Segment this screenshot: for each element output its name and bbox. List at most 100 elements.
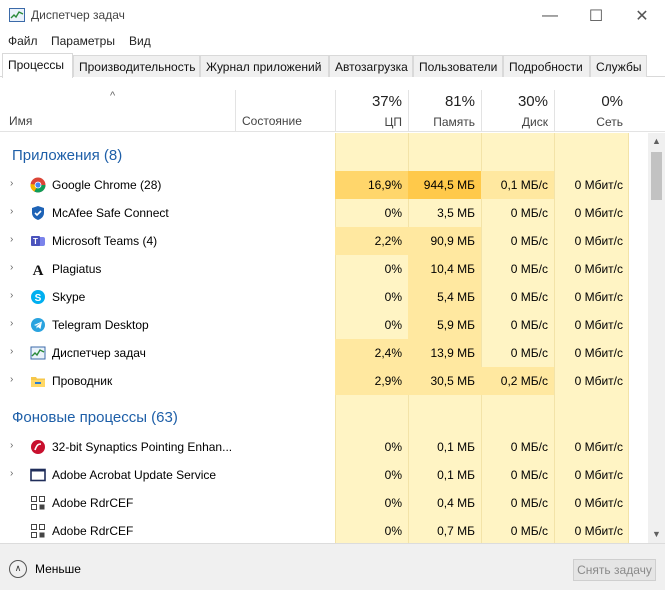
column-header-state-cell[interactable]: Состояние xyxy=(235,90,335,132)
expand-chevron-icon[interactable]: › xyxy=(10,262,13,273)
tab-performance[interactable]: Производительность xyxy=(73,55,200,77)
scroll-down-arrow-icon[interactable]: ▼ xyxy=(648,526,665,543)
expand-chevron-icon[interactable]: › xyxy=(10,206,13,217)
cpu-value: 0% xyxy=(384,262,402,276)
menu-view[interactable]: Вид xyxy=(129,34,151,48)
memory-value: 3,5 МБ xyxy=(437,206,475,220)
disk-value: 0 МБ/с xyxy=(510,206,548,220)
disk-value: 0 МБ/с xyxy=(510,290,548,304)
skype-icon: S xyxy=(30,289,46,305)
network-value: 0 Мбит/с xyxy=(574,290,623,304)
svg-text:S: S xyxy=(35,293,42,304)
tab-services[interactable]: Службы xyxy=(590,55,647,77)
disk-value: 0 МБ/с xyxy=(510,440,548,454)
scroll-up-arrow-icon[interactable]: ▲ xyxy=(648,133,665,150)
expand-chevron-icon[interactable]: › xyxy=(10,440,13,451)
disk-total-percent: 30% xyxy=(517,93,548,110)
memory-value: 30,5 МБ xyxy=(430,374,475,388)
process-row[interactable]: › T Microsoft Teams (4) 2,2% 90,9 МБ 0 МБ/с 0 … xyxy=(0,227,648,255)
close-button[interactable]: ✕ xyxy=(619,0,665,31)
maximize-button[interactable]: ☐ xyxy=(573,0,619,31)
menu-file[interactable]: Файл xyxy=(8,34,38,48)
cpu-cell: 0% xyxy=(335,311,408,339)
process-name: Adobe RdrCEF xyxy=(52,524,134,538)
fewer-details-link[interactable]: Меньше xyxy=(35,562,81,576)
memory-value: 0,1 МБ xyxy=(437,468,475,482)
expand-chevron-icon[interactable]: › xyxy=(10,346,13,357)
memory-cell: 0,1 МБ xyxy=(408,461,481,489)
tab-startup[interactable]: Автозагрузка xyxy=(329,55,413,77)
scrollbar-thumb[interactable] xyxy=(651,152,662,200)
menu-bar: Файл Параметры Вид xyxy=(0,31,665,51)
tab-processes[interactable]: Процессы xyxy=(2,53,73,78)
cpu-value: 0% xyxy=(384,290,402,304)
process-name: Adobe Acrobat Update Service xyxy=(52,468,217,482)
cpu-value: 2,4% xyxy=(374,346,402,360)
mcafee-icon xyxy=(30,205,46,221)
teams-icon: T xyxy=(30,233,46,249)
process-row[interactable]: Adobe RdrCEF 0% 0,4 МБ 0 МБ/с 0 Мбит/с xyxy=(0,489,648,517)
process-row[interactable]: › S Skype 0% 5,4 МБ 0 МБ/с 0 Мбит/с xyxy=(0,283,648,311)
memory-cell: 0,4 МБ xyxy=(408,489,481,517)
network-cell: 0 Мбит/с xyxy=(554,461,629,489)
telegram-icon xyxy=(30,317,46,333)
tab-details[interactable]: Подробности xyxy=(503,55,590,77)
memory-label: Память xyxy=(433,115,475,129)
process-row[interactable]: › McAfee Safe Connect 0% 3,5 МБ 0 МБ/с 0 Мбит… xyxy=(0,199,648,227)
column-header-name[interactable]: Имя xyxy=(9,114,32,128)
column-header-disk[interactable]: 30% Диск xyxy=(481,90,554,132)
disk-value: 0 МБ/с xyxy=(510,234,548,248)
svg-text:T: T xyxy=(33,237,38,246)
process-name: Microsoft Teams (4) xyxy=(52,234,158,248)
menu-options[interactable]: Параметры xyxy=(51,34,115,48)
group-title-apps: Приложения (8) xyxy=(12,147,123,164)
network-value: 0 Мбит/с xyxy=(574,524,623,538)
column-header-row: ^ Имя Состояние 37% ЦП 81% Память 30% Ди… xyxy=(0,90,665,132)
expand-chevron-icon[interactable]: › xyxy=(10,290,13,301)
tab-strip: Процессы Производительность Журнал прило… xyxy=(0,53,665,78)
process-row[interactable]: › Google Chrome (28) 16,9% 944,5 МБ 0,1 МБ/с… xyxy=(0,171,648,199)
expand-chevron-icon[interactable]: › xyxy=(10,468,13,479)
network-cell: 0 Мбит/с xyxy=(554,227,629,255)
expand-chevron-icon[interactable]: › xyxy=(10,318,13,329)
network-value: 0 Мбит/с xyxy=(574,346,623,360)
network-cell: 0 Мбит/с xyxy=(554,171,629,199)
memory-cell: 10,4 МБ xyxy=(408,255,481,283)
cpu-value: 0% xyxy=(384,524,402,538)
process-row[interactable]: › Проводник 2,9% 30,5 МБ 0,2 МБ/с 0 Мбит/с xyxy=(0,367,648,395)
cpu-cell: 0% xyxy=(335,433,408,461)
group-apps: Приложения (8) xyxy=(0,133,648,169)
minimize-button[interactable]: — xyxy=(527,0,573,31)
generic-app-icon xyxy=(30,523,46,539)
process-row[interactable]: › 32-bit Synaptics Pointing Enhan... 0% 0,1… xyxy=(0,433,648,461)
end-task-button[interactable]: Снять задачу xyxy=(573,559,656,581)
disk-cell: 0 МБ/с xyxy=(481,489,554,517)
column-header-network[interactable]: 0% Сеть xyxy=(554,90,629,132)
process-row[interactable]: Adobe RdrCEF 0% 0,7 МБ 0 МБ/с 0 Мбит/с xyxy=(0,517,648,543)
memory-cell: 5,9 МБ xyxy=(408,311,481,339)
tab-app-history[interactable]: Журнал приложений xyxy=(200,55,329,77)
memory-value: 0,4 МБ xyxy=(437,496,475,510)
cpu-value: 0% xyxy=(384,318,402,332)
tab-users[interactable]: Пользователи xyxy=(413,55,503,77)
fewer-details-icon[interactable]: ∧ xyxy=(9,560,27,578)
vertical-scrollbar[interactable]: ▲ ▼ xyxy=(648,133,665,543)
memory-cell: 90,9 МБ xyxy=(408,227,481,255)
memory-value: 944,5 МБ xyxy=(423,178,475,192)
cpu-value: 0% xyxy=(384,496,402,510)
disk-cell: 0 МБ/с xyxy=(481,199,554,227)
expand-chevron-icon[interactable]: › xyxy=(10,234,13,245)
expand-chevron-icon[interactable]: › xyxy=(10,178,13,189)
sort-arrow-icon: ^ xyxy=(110,90,116,102)
process-row[interactable]: › Диспетчер задач 2,4% 13,9 МБ 0 МБ/с 0 Мбит/… xyxy=(0,339,648,367)
column-header-memory[interactable]: 81% Память xyxy=(408,90,481,132)
title-bar: Диспетчер задач — ☐ ✕ xyxy=(0,0,665,31)
process-row[interactable]: › Adobe Acrobat Update Service 0% 0,1 МБ 0 М… xyxy=(0,461,648,489)
process-row[interactable]: › A Plagiatus 0% 10,4 МБ 0 МБ/с 0 Мбит/с xyxy=(0,255,648,283)
process-name: Проводник xyxy=(52,374,113,388)
cpu-cell: 2,9% xyxy=(335,367,408,395)
disk-cell: 0 МБ/с xyxy=(481,227,554,255)
column-header-cpu[interactable]: 37% ЦП xyxy=(335,90,408,132)
process-row[interactable]: › Telegram Desktop 0% 5,9 МБ 0 МБ/с 0 Мбит/с xyxy=(0,311,648,339)
expand-chevron-icon[interactable]: › xyxy=(10,374,13,385)
